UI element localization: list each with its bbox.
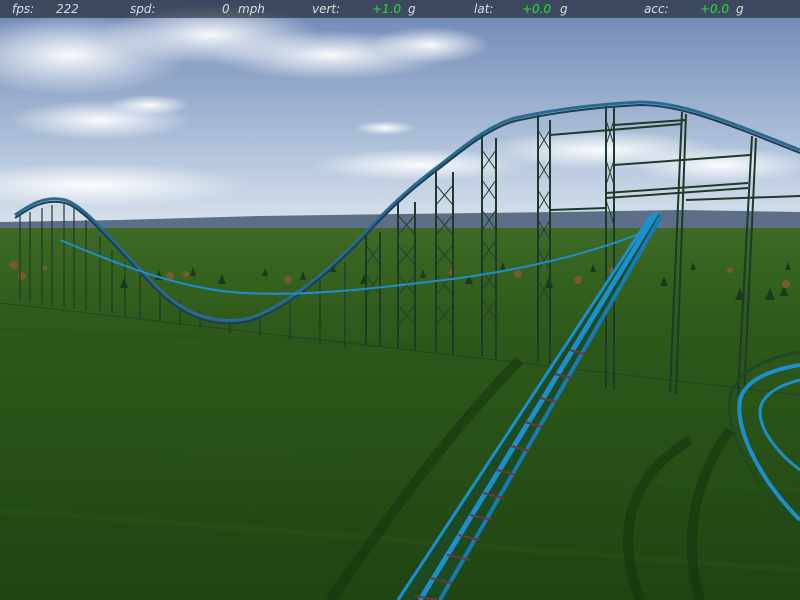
vertical-g-value: +1.0: [372, 2, 402, 16]
speed-unit: mph: [238, 2, 265, 16]
lateral-g-value: +0.0: [522, 2, 552, 16]
acceleration-g-readout: acc: +0.0 g: [644, 0, 744, 18]
speed-value: 0: [222, 2, 230, 16]
fps-label: fps:: [12, 2, 35, 16]
acceleration-g-label: acc:: [644, 2, 669, 16]
acceleration-g-unit: g: [736, 2, 744, 16]
telemetry-hud: fps: 222 spd: 0 mph vert: +1.0 g lat: +0…: [0, 0, 800, 18]
coaster-scene[interactable]: [0, 0, 800, 600]
fps-readout: fps: 222: [12, 0, 79, 18]
vertical-g-readout: vert: +1.0 g: [312, 0, 416, 18]
vertical-g-label: vert:: [312, 2, 341, 16]
speed-readout: spd: 0 mph: [130, 0, 265, 18]
speed-label: spd:: [130, 2, 156, 16]
lateral-g-label: lat:: [474, 2, 494, 16]
acceleration-g-value: +0.0: [700, 2, 730, 16]
lateral-g-readout: lat: +0.0 g: [474, 0, 568, 18]
fps-value: 222: [56, 2, 79, 16]
lateral-g-unit: g: [560, 2, 568, 16]
vertical-g-unit: g: [408, 2, 416, 16]
